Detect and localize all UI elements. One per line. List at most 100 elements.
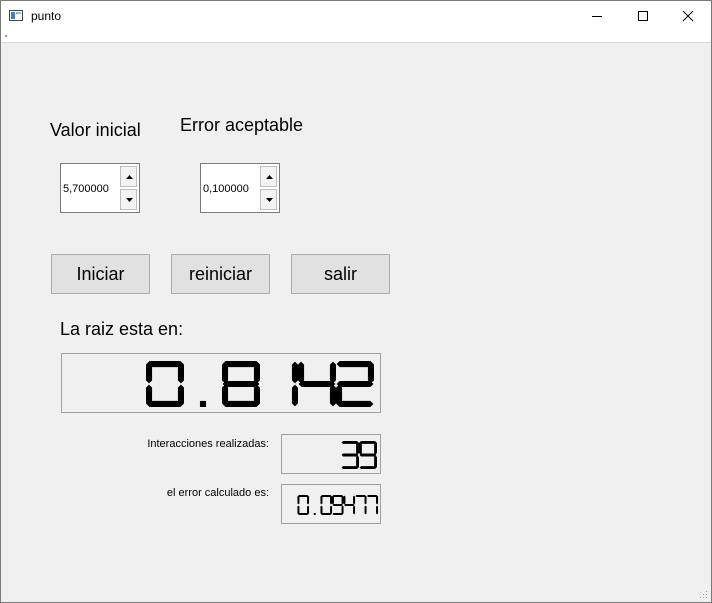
app-window: punto Valor inicial Error aceptable 5,70…	[0, 0, 712, 603]
lcd-digit-5-segment	[336, 361, 374, 368]
lcd-digit-0-segment	[298, 513, 309, 515]
lcd-digit-6-segment	[376, 495, 379, 505]
interacciones-lcd-display	[281, 434, 381, 474]
lcd-digit-2-segment	[320, 505, 323, 515]
minimize-button[interactable]	[574, 1, 620, 32]
lcd-digit-0-segment	[356, 441, 359, 455]
lcd-digit-0-segment	[341, 466, 359, 469]
lcd-digit-0-segment	[298, 495, 309, 497]
error-aceptable-stepper	[260, 166, 278, 210]
lcd-digit-3-segment	[291, 361, 298, 384]
error-calculado-label: el error calculado es:	[166, 487, 269, 499]
lcd-digit-1-segment	[359, 453, 377, 457]
error-aceptable-spinbox[interactable]: 0,100000	[200, 163, 280, 213]
lcd-digit-5-segment	[336, 380, 374, 388]
window-title: punto	[31, 9, 62, 23]
iniciar-button[interactable]: Iniciar	[51, 254, 150, 294]
lcd-digit-0-segment	[177, 384, 184, 407]
lcd-digit-0-segment	[297, 505, 300, 515]
lcd-digit-4-segment	[329, 384, 336, 407]
lcd-digit-2-segment	[222, 361, 260, 368]
lcd-digit-2-segment	[253, 384, 260, 407]
lcd-digit-0-segment	[307, 505, 310, 515]
lcd-digit-4-segment	[343, 495, 346, 505]
error-aceptable-down-button[interactable]	[260, 189, 277, 210]
lcd-digit-0-segment	[177, 361, 184, 384]
lcd-digit-6-segment	[367, 495, 378, 497]
lcd-digit-2-segment	[320, 495, 323, 505]
close-icon	[682, 11, 694, 22]
lcd-digit-5-segment	[367, 361, 374, 384]
arrow-up-icon	[126, 175, 133, 179]
valor-inicial-up-button[interactable]	[120, 166, 137, 187]
minimize-icon	[592, 16, 602, 17]
lcd-digit-4-segment	[298, 380, 336, 388]
interacciones-label: Interacciones realizadas:	[147, 438, 269, 450]
lcd-digit-4-segment	[329, 361, 336, 384]
lcd-digit-3-segment	[341, 505, 344, 515]
lcd-digit-1-segment	[359, 441, 377, 444]
lcd-digit-4-segment	[353, 495, 356, 505]
interacciones-lcd-digits	[341, 441, 377, 469]
lcd-digit-0-segment	[146, 361, 184, 368]
maximize-icon	[638, 11, 648, 21]
lcd-digit-2-segment	[330, 505, 333, 515]
reiniciar-button[interactable]: reiniciar	[171, 254, 270, 294]
arrow-down-icon	[266, 198, 273, 202]
arrow-down-icon	[126, 198, 133, 202]
valor-inicial-label: Valor inicial	[50, 120, 141, 140]
menu-bar	[1, 32, 711, 43]
lcd-digit-1-segment	[359, 441, 362, 455]
raiz-lcd-display	[61, 353, 381, 413]
raiz-label: La raiz esta en:	[60, 319, 184, 339]
lcd-digit-0-segment	[341, 441, 359, 444]
lcd-digit-3-segment	[332, 495, 343, 497]
lcd-digit-0-segment	[341, 453, 359, 457]
lcd-digit-2-segment	[321, 495, 332, 497]
menu-bar-handle	[5, 35, 7, 37]
close-button[interactable]	[665, 1, 711, 32]
error-aceptable-up-button[interactable]	[260, 166, 277, 187]
lcd-decimal-point	[313, 513, 316, 515]
valor-inicial-down-button[interactable]	[120, 189, 137, 210]
lcd-digit-6-segment	[376, 505, 379, 515]
arrow-up-icon	[266, 175, 273, 179]
resize-grip-icon[interactable]	[698, 589, 708, 599]
lcd-decimal-point	[199, 400, 207, 407]
lcd-digit-5-segment	[364, 505, 367, 515]
error-aceptable-label: Error aceptable	[180, 115, 304, 135]
lcd-digit-4-segment	[298, 361, 305, 384]
lcd-digit-0-segment	[307, 495, 310, 505]
lcd-digit-2-segment	[222, 384, 229, 407]
lcd-digit-5-segment	[336, 400, 374, 407]
lcd-digit-5-segment	[336, 384, 343, 407]
salir-button[interactable]: salir	[291, 254, 390, 294]
valor-inicial-spinbox[interactable]: 5,700000	[60, 163, 140, 213]
window-app-icon	[9, 10, 23, 21]
lcd-digit-3-segment	[332, 513, 343, 515]
lcd-digit-2-segment	[222, 361, 229, 384]
valor-inicial-value[interactable]: 5,700000	[63, 183, 109, 195]
lcd-digit-4-segment	[353, 505, 356, 515]
error-lcd-display	[281, 484, 381, 524]
lcd-digit-3-segment	[291, 384, 298, 407]
lcd-digit-0-segment	[146, 400, 184, 407]
lcd-digit-0-segment	[146, 384, 153, 407]
lcd-digit-2-segment	[321, 513, 332, 515]
lcd-digit-1-segment	[374, 455, 377, 469]
lcd-digit-0-segment	[297, 495, 300, 505]
raiz-lcd-digits	[146, 361, 374, 407]
lcd-digit-1-segment	[374, 441, 377, 455]
lcd-digit-2-segment	[222, 380, 260, 388]
lcd-digit-0-segment	[356, 455, 359, 469]
error-aceptable-value[interactable]: 0,100000	[203, 183, 249, 195]
lcd-digit-1-segment	[359, 466, 377, 469]
lcd-digit-5-segment	[364, 495, 367, 505]
lcd-digit-2-segment	[330, 495, 333, 505]
maximize-button[interactable]	[620, 1, 666, 32]
lcd-digit-2-segment	[253, 361, 260, 384]
lcd-digit-5-segment	[355, 495, 366, 497]
lcd-digit-2-segment	[222, 400, 260, 407]
title-bar[interactable]: punto	[1, 1, 711, 32]
lcd-digit-0-segment	[146, 361, 153, 384]
